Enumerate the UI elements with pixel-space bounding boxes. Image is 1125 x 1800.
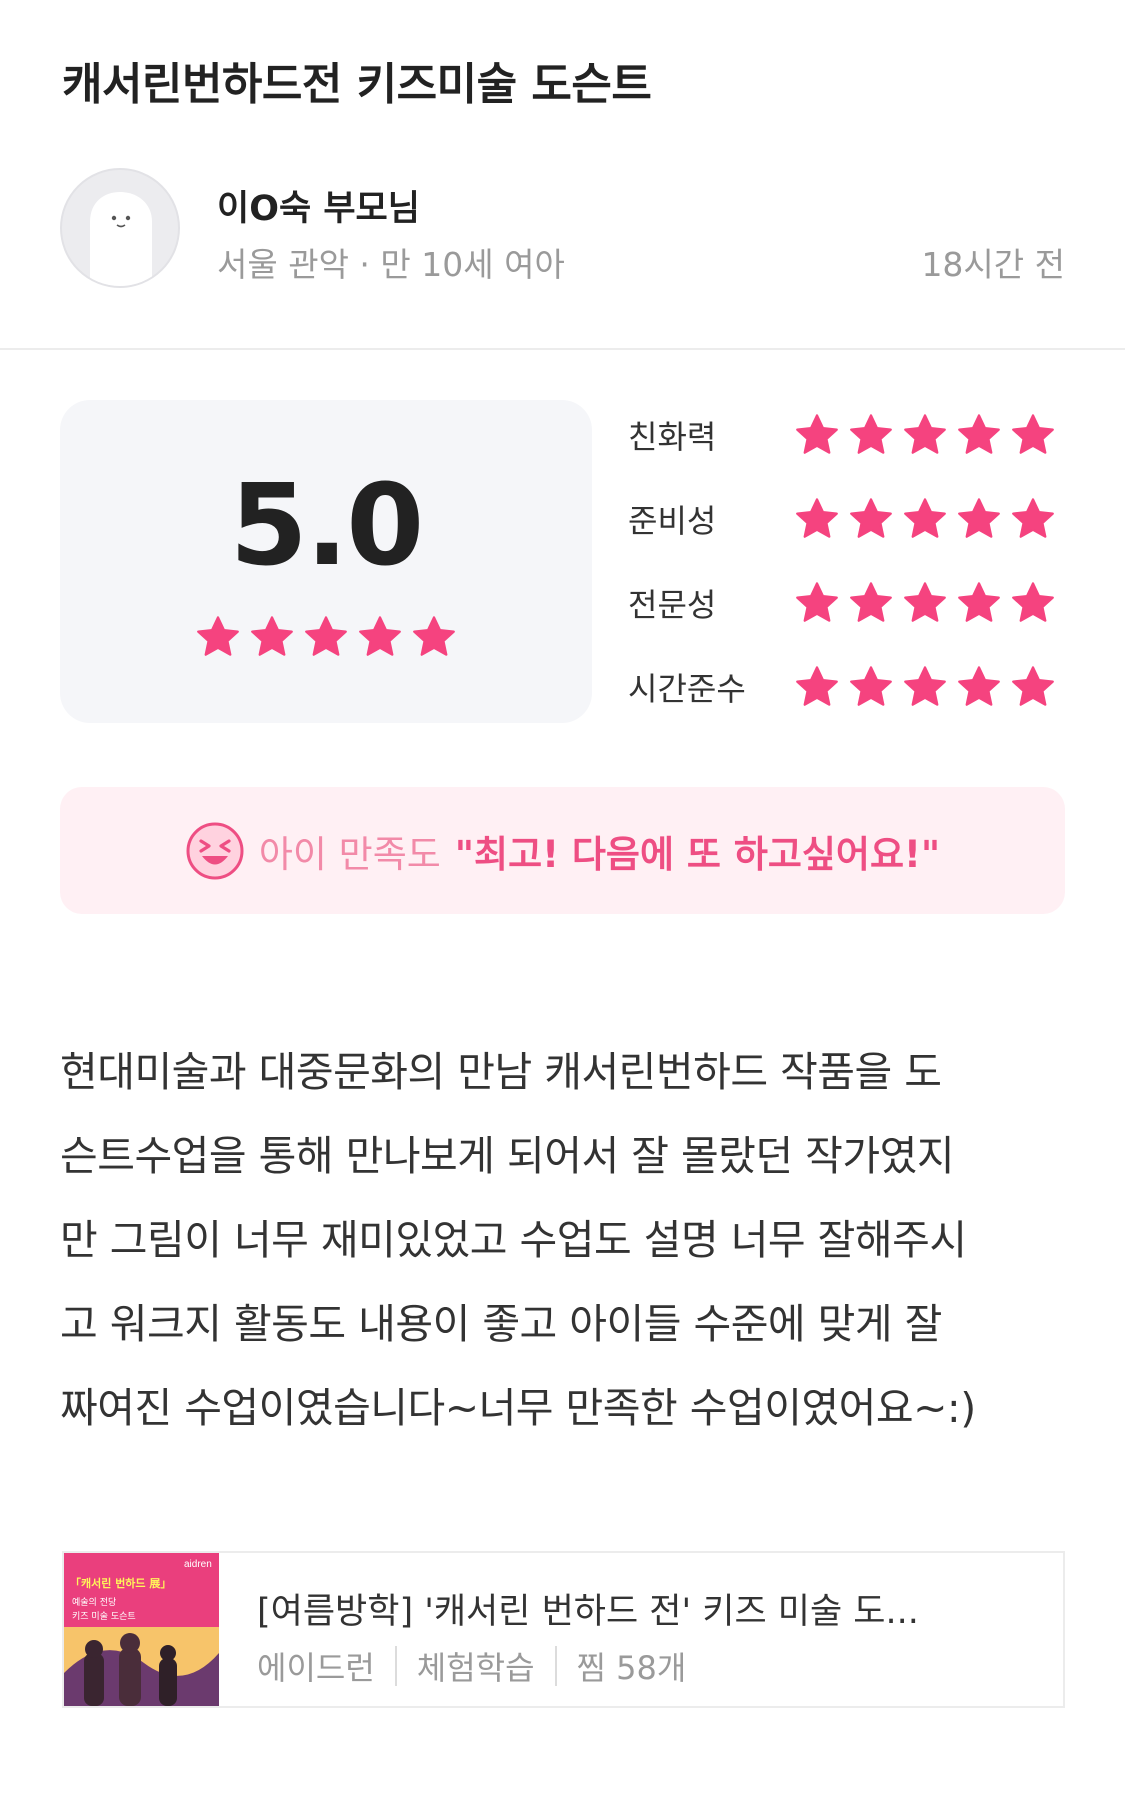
review-line: 슨트수업을 통해 만나보게 되어서 잘 몰랐던 작가였지: [60, 1132, 955, 1180]
review-line: 고 워크지 활동도 내용이 좋고 아이들 수준에 맞게 잘: [60, 1300, 942, 1348]
star-icon: [305, 616, 347, 656]
meta-separator: [394, 1646, 397, 1686]
star-icon: [197, 616, 239, 656]
review-time: 18시간 전: [921, 245, 1065, 284]
product-meta: 에이드런 체험학습 찜 58개: [257, 1643, 686, 1689]
satisfaction-label: 아이 만족도: [258, 832, 441, 876]
criteria-row-preparation: 준비성: [628, 484, 1068, 544]
criteria-label: 시간준수: [628, 670, 746, 708]
divider: [0, 348, 1125, 350]
meta-separator: [554, 1646, 557, 1686]
star-icon: [958, 666, 1000, 706]
product-title[interactable]: [여름방학] '캐서린 번하드 전' 키즈 미술 도...: [257, 1583, 919, 1634]
criteria-stars: [794, 496, 1056, 542]
star-icon: [850, 666, 892, 706]
star-icon: [359, 616, 401, 656]
star-icon: [904, 582, 946, 622]
product-likes: 찜 58개: [576, 1649, 687, 1687]
overall-score-card: 5.0: [60, 400, 592, 723]
product-card[interactable]: aidren 「캐서린 번하드 展」 예술의 전당 키즈 미술 도슨트 [여름방…: [62, 1551, 1065, 1708]
star-icon: [904, 414, 946, 454]
criteria-row-friendliness: 친화력: [628, 400, 1068, 460]
criteria-stars: [794, 412, 1056, 458]
author-meta: 서울 관악 · 만 10세 여아: [217, 245, 565, 284]
product-thumbnail[interactable]: aidren 「캐서린 번하드 展」 예술의 전당 키즈 미술 도슨트: [64, 1553, 219, 1706]
review-line: 현대미술과 대중문화의 만남 캐서린번하드 작품을 도: [60, 1048, 942, 1096]
thumb-line2: 키즈 미술 도슨트: [72, 1611, 136, 1622]
ghost-avatar-icon: [90, 192, 152, 286]
star-icon: [1012, 414, 1054, 454]
star-icon: [796, 666, 838, 706]
review-author: 이O숙 부모님 서울 관악 · 만 10세 여아 18시간 전: [60, 168, 1065, 288]
satisfaction-quote: "최고! 다음에 또 하고싶어요!": [454, 832, 941, 876]
laughing-face-icon: [186, 822, 244, 879]
criteria-row-punctuality: 시간준수: [628, 652, 1068, 712]
star-icon: [958, 582, 1000, 622]
star-icon: [958, 498, 1000, 538]
thumb-brand: aidren: [184, 1559, 212, 1570]
star-icon: [850, 498, 892, 538]
star-icon: [1012, 666, 1054, 706]
criteria-label: 전문성: [628, 586, 717, 624]
star-icon: [796, 582, 838, 622]
product-provider[interactable]: 에이드런: [257, 1643, 375, 1689]
star-icon: [850, 582, 892, 622]
overall-stars: [60, 614, 592, 660]
star-icon: [850, 414, 892, 454]
criteria-row-expertise: 전문성: [628, 568, 1068, 628]
criteria-stars: [794, 580, 1056, 626]
criteria-label: 친화력: [628, 418, 717, 456]
page-title: 캐서린번하드전 키즈미술 도슨트: [62, 59, 652, 110]
review-line: 만 그림이 너무 재미있었고 수업도 설명 너무 잘해주시: [60, 1216, 967, 1264]
criteria-stars: [794, 664, 1056, 710]
star-icon: [796, 414, 838, 454]
product-category: 체험학습: [416, 1649, 535, 1687]
star-icon: [1012, 498, 1054, 538]
thumb-headline: 「캐서린 번하드 展」: [70, 1576, 171, 1590]
author-name: 이O숙 부모님: [217, 189, 420, 229]
thumb-line1: 예술의 전당: [72, 1597, 116, 1608]
star-icon: [251, 616, 293, 656]
avatar[interactable]: [60, 168, 180, 288]
review-line: 짜여진 수업이였습니다~너무 만족한 수업이였어요~:): [60, 1384, 976, 1432]
review-text: 현대미술과 대중문화의 만남 캐서린번하드 작품을 도 슨트수업을 통해 만나보…: [60, 1030, 1070, 1450]
star-icon: [904, 666, 946, 706]
overall-score: 5.0: [229, 461, 424, 591]
star-icon: [1012, 582, 1054, 622]
star-icon: [958, 414, 1000, 454]
criteria-label: 준비성: [628, 502, 717, 540]
star-icon: [413, 616, 455, 656]
child-satisfaction-banner: 아이 만족도 "최고! 다음에 또 하고싶어요!": [60, 787, 1065, 914]
star-icon: [904, 498, 946, 538]
star-icon: [796, 498, 838, 538]
